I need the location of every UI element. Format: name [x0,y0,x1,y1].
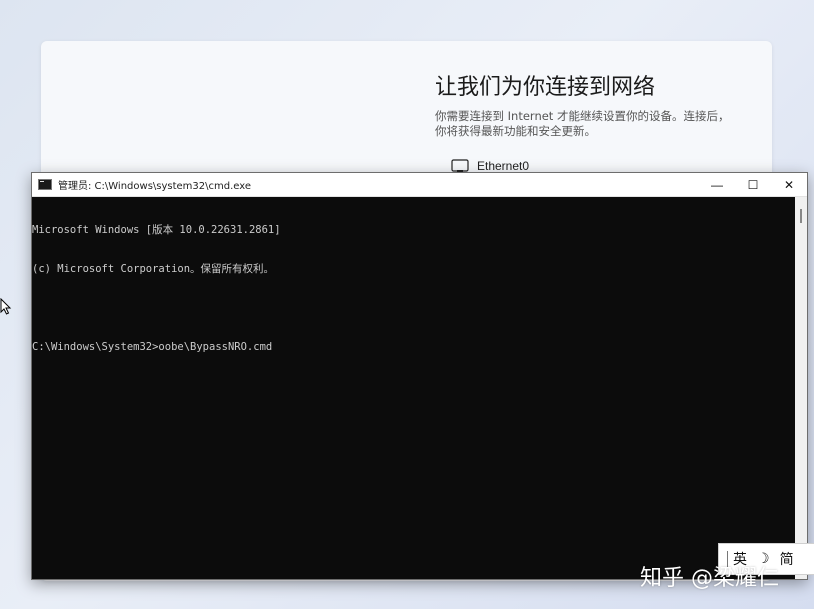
console-output[interactable]: Microsoft Windows [版本 10.0.22631.2861] (… [32,197,795,579]
close-button[interactable]: ✕ [771,173,807,196]
mouse-cursor-icon [0,298,12,315]
cmd-titlebar[interactable]: 管理员: C:\Windows\system32\cmd.exe — ☐ ✕ [32,173,807,197]
ethernet-icon [451,159,469,172]
oobe-description-line-1: 你需要连接到 Internet 才能继续设置你的设备。连接后， [435,109,730,123]
oobe-title: 让我们为你连接到网络 [435,75,656,100]
network-name: Ethernet0 [477,159,530,173]
cmd-window[interactable]: 管理员: C:\Windows\system32\cmd.exe — ☐ ✕ M… [31,172,808,580]
window-controls: — ☐ ✕ [699,173,807,196]
network-item-ethernet[interactable]: Ethernet0 [451,159,529,173]
vertical-scrollbar[interactable] [795,197,807,579]
minimize-button[interactable]: — [699,173,735,196]
maximize-button[interactable]: ☐ [735,173,771,196]
desktop-background: 让我们为你连接到网络 你需要连接到 Internet 才能继续设置你的设备。连接… [0,0,814,609]
watermark: 知乎 @梁耀仁 [640,566,779,591]
oobe-description-line-2: 你将获得最新功能和安全更新。 [435,124,596,138]
cmd-app-icon [38,179,52,190]
console-line: (c) Microsoft Corporation。保留所有权利。 [32,263,275,275]
cmd-window-title: 管理员: C:\Windows\system32\cmd.exe [58,181,252,192]
console-prompt-line: C:\Windows\System32>oobe\BypassNRO.cmd [32,341,273,353]
scrollbar-thumb[interactable] [800,209,802,223]
oobe-description: 你需要连接到 Internet 才能继续设置你的设备。连接后， 你将获得最新功能… [435,109,755,139]
console-line: Microsoft Windows [版本 10.0.22631.2861] [32,224,281,236]
